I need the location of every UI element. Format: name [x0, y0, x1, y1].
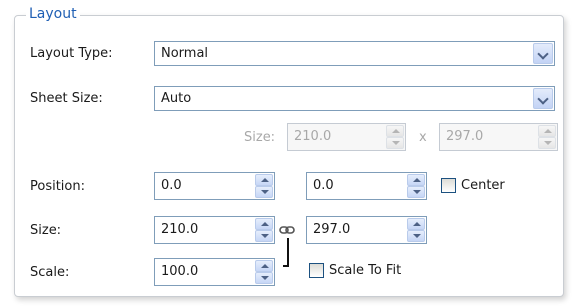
spin-down-icon[interactable]: [407, 186, 425, 198]
position-y-spinner[interactable]: 0.0: [306, 172, 427, 200]
spin-down-icon[interactable]: [407, 230, 425, 242]
spin-up-icon[interactable]: [255, 174, 273, 186]
spin-up-icon[interactable]: [255, 260, 273, 272]
size-label: Size:: [30, 223, 62, 238]
sheet-size-value: Auto: [161, 91, 192, 106]
spin-up-icon[interactable]: [386, 125, 404, 137]
layout-type-label: Layout Type:: [30, 46, 113, 61]
spin-up-icon[interactable]: [407, 174, 425, 186]
size-width-spinner[interactable]: 210.0: [154, 216, 275, 244]
size-height-spinner[interactable]: 297.0: [306, 216, 427, 244]
size-width-value: 210.0: [161, 222, 199, 237]
sheet-width-spinner[interactable]: 210.0: [287, 123, 406, 151]
position-label: Position:: [30, 179, 85, 194]
spin-up-icon[interactable]: [538, 125, 556, 137]
spin-down-icon[interactable]: [255, 186, 273, 198]
size-height-value: 297.0: [313, 222, 351, 237]
layout-type-value: Normal: [161, 46, 209, 61]
position-x-value: 0.0: [161, 178, 182, 193]
spin-up-icon[interactable]: [255, 218, 273, 230]
sheet-height-spinner[interactable]: 297.0: [439, 123, 558, 151]
scale-value: 100.0: [161, 264, 199, 279]
chevron-down-icon[interactable]: [533, 43, 553, 64]
position-x-spinner[interactable]: 0.0: [154, 172, 275, 200]
scale-spinner[interactable]: 100.0: [154, 258, 275, 286]
scale-label: Scale:: [30, 265, 70, 280]
center-checkbox[interactable]: [441, 178, 456, 193]
sheet-width-value: 210.0: [294, 129, 332, 144]
size-separator: x: [419, 130, 427, 145]
spin-up-icon[interactable]: [407, 218, 425, 230]
spin-down-icon[interactable]: [255, 230, 273, 242]
chain-link-icon[interactable]: [279, 222, 295, 238]
center-label[interactable]: Center: [461, 178, 505, 194]
sheet-height-value: 297.0: [446, 129, 484, 144]
spin-down-icon[interactable]: [538, 137, 556, 149]
scale-to-fit-label[interactable]: Scale To Fit: [329, 263, 401, 279]
spin-down-icon[interactable]: [255, 272, 273, 284]
position-y-value: 0.0: [313, 178, 334, 193]
sheet-size-combo[interactable]: Auto: [154, 86, 555, 111]
sheet-size-size-label: Size:: [244, 130, 276, 145]
spin-down-icon[interactable]: [386, 137, 404, 149]
layout-type-combo[interactable]: Normal: [154, 41, 555, 66]
sheet-size-label: Sheet Size:: [30, 91, 103, 106]
group-title: Layout: [26, 6, 80, 22]
chevron-down-icon[interactable]: [533, 88, 553, 109]
scale-to-fit-checkbox[interactable]: [309, 263, 324, 278]
